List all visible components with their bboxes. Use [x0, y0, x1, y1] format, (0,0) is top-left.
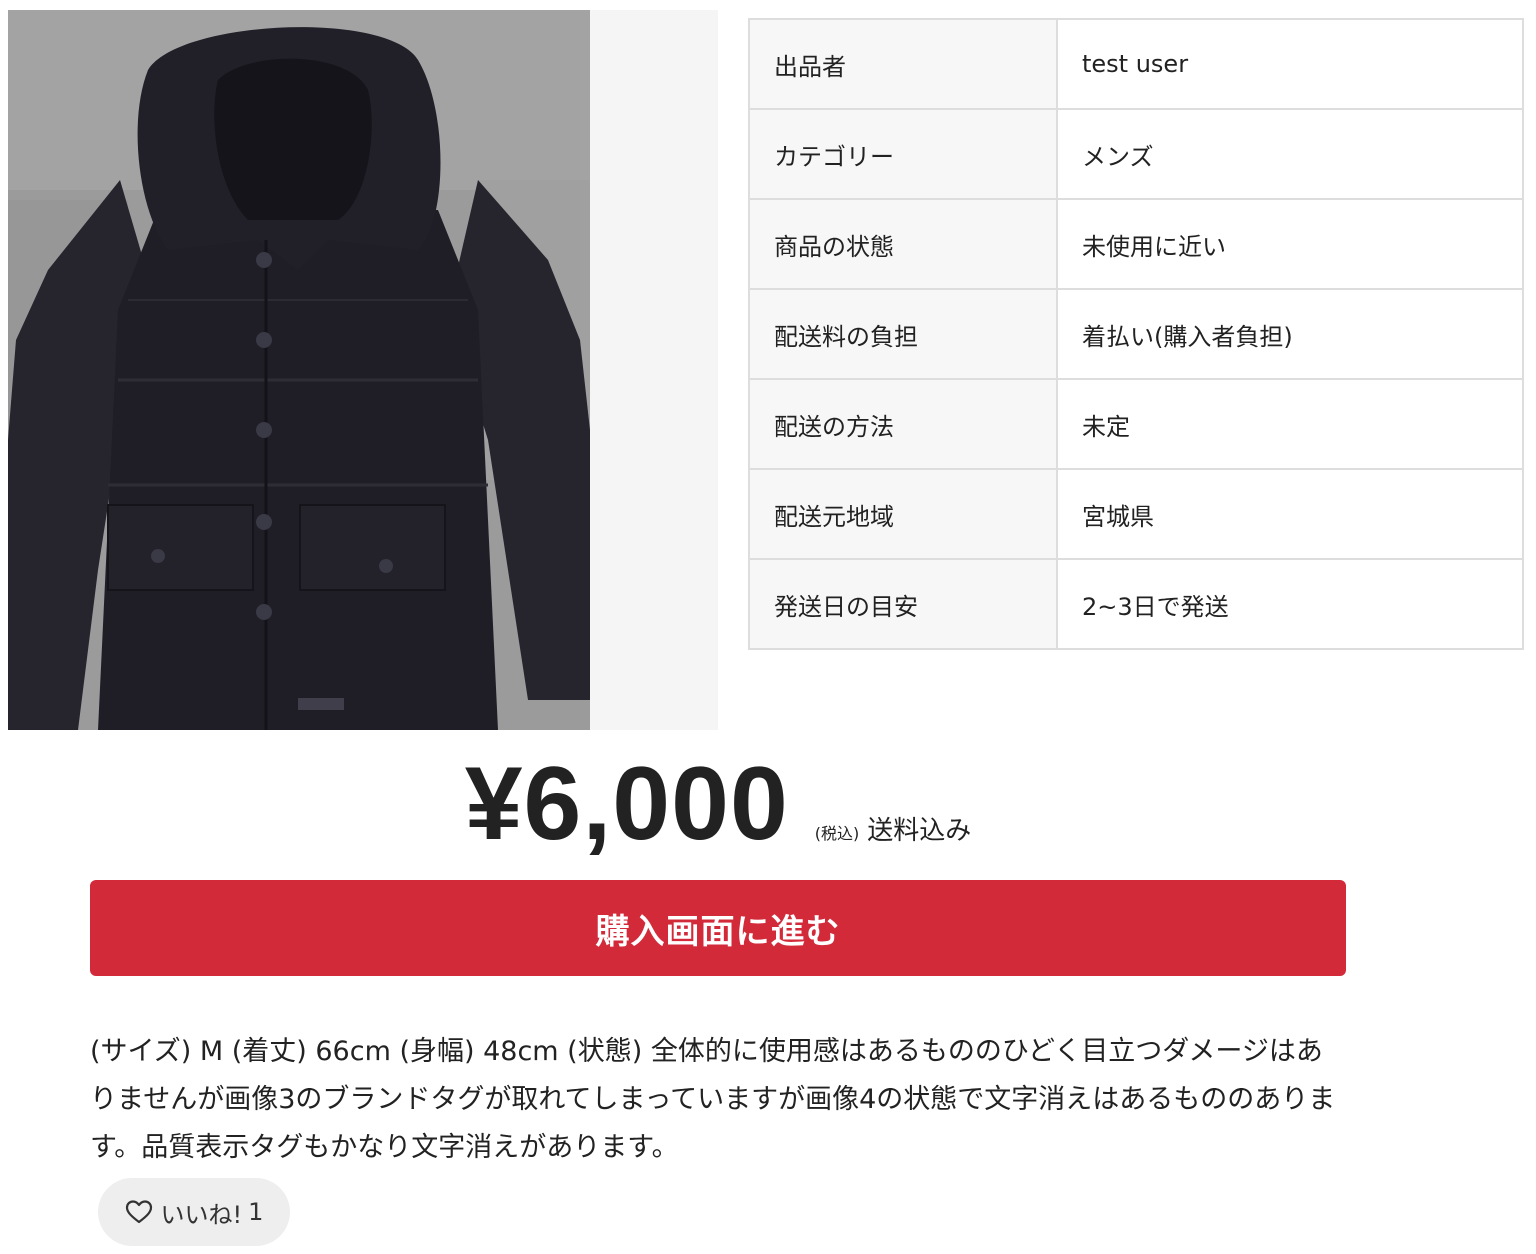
detail-label: カテゴリー [748, 108, 1058, 200]
product-description: (サイズ) M (着丈) 66cm (身幅) 48cm (状態) 全体的に使用感… [90, 1036, 1336, 1163]
detail-label: 出品者 [748, 18, 1058, 110]
detail-value: 2~3日で発送 [1056, 558, 1524, 650]
detail-label: 発送日の目安 [748, 558, 1058, 650]
detail-label: 配送の方法 [748, 378, 1058, 470]
detail-label: 配送元地域 [748, 468, 1058, 560]
tax-note: (税込) [814, 824, 860, 843]
like-button[interactable]: いいね! 1 [98, 1178, 290, 1246]
detail-value: メンズ [1056, 108, 1524, 200]
product-image[interactable] [8, 10, 590, 730]
detail-row-condition: 商品の状態 未使用に近い [748, 198, 1524, 290]
heart-outline-icon [125, 1200, 152, 1224]
shipping-note: 送料込み [867, 816, 972, 846]
detail-label: 商品の状態 [748, 198, 1058, 290]
detail-row-shipping-fee: 配送料の負担 着払い(購入者負担) [748, 288, 1524, 380]
product-page: 出品者 test user カテゴリー メンズ 商品の状態 未使用に近い 配送料… [0, 0, 1536, 1254]
price-row: ¥6,000 (税込) 送料込み [90, 748, 1346, 860]
price: ¥6,000 [464, 746, 789, 862]
detail-row-seller: 出品者 test user [748, 18, 1524, 110]
detail-row-shipping-method: 配送の方法 未定 [748, 378, 1524, 470]
detail-value: 未使用に近い [1056, 198, 1524, 290]
like-count: 1 [248, 1198, 264, 1226]
buy-button[interactable]: 購入画面に進む [90, 880, 1346, 976]
detail-row-ship-days: 発送日の目安 2~3日で発送 [748, 558, 1524, 650]
detail-row-ship-from: 配送元地域 宮城県 [748, 468, 1524, 560]
detail-value: 未定 [1056, 378, 1524, 470]
detail-row-category: カテゴリー メンズ [748, 108, 1524, 200]
detail-value: 宮城県 [1056, 468, 1524, 560]
product-image-frame [8, 10, 718, 730]
like-label: いいね! [160, 1200, 243, 1229]
product-details-table: 出品者 test user カテゴリー メンズ 商品の状態 未使用に近い 配送料… [748, 18, 1524, 650]
detail-value: test user [1056, 18, 1524, 110]
detail-label: 配送料の負担 [748, 288, 1058, 380]
detail-value: 着払い(購入者負担) [1056, 288, 1524, 380]
